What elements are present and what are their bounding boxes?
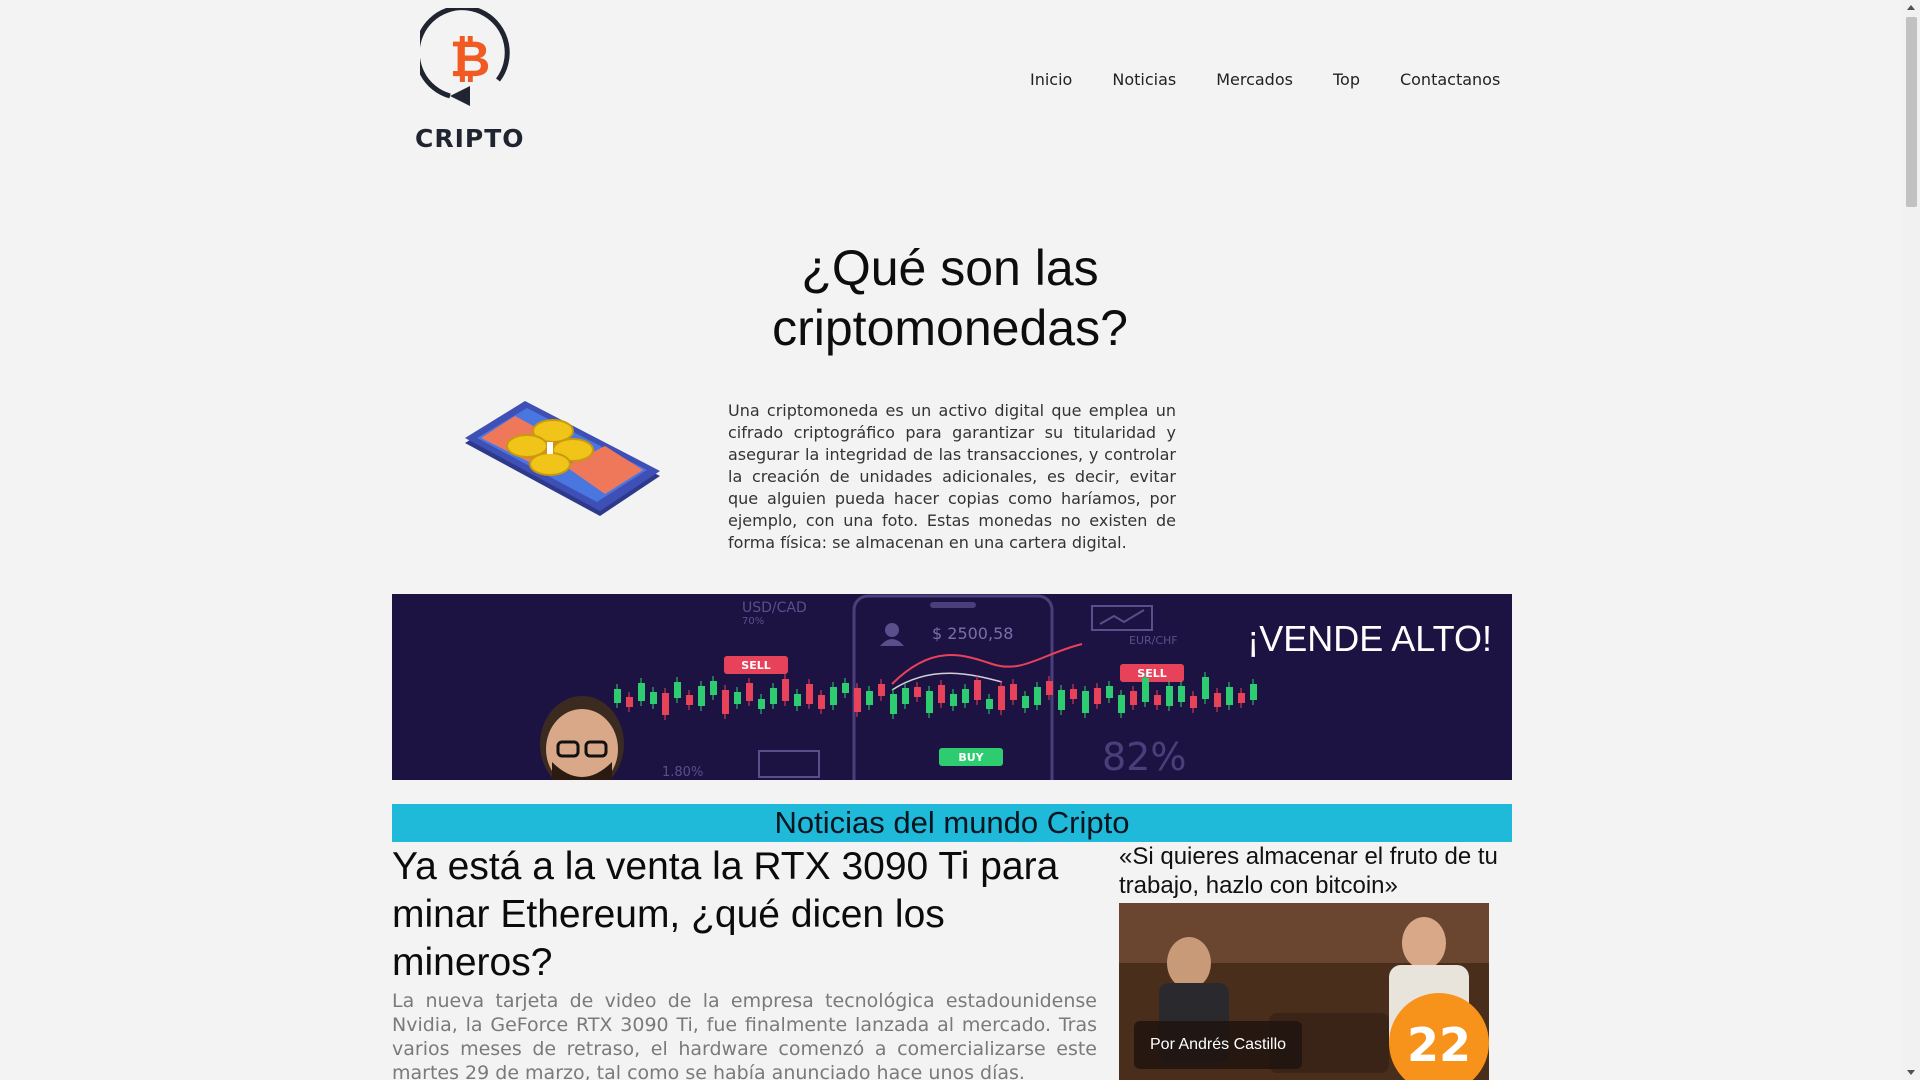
candle-body xyxy=(1070,689,1077,699)
candle-body xyxy=(710,681,717,695)
sell-tag-1: SELL xyxy=(741,659,770,672)
author-badge: Por Andrés Castillo xyxy=(1134,1021,1303,1069)
candle-body xyxy=(1154,695,1161,705)
main-article[interactable]: Ya está a la venta la RTX 3090 Ti para m… xyxy=(392,843,1097,1080)
intro-text: Una criptomoneda es un activo digital qu… xyxy=(728,401,1176,552)
news-section-title: Noticias del mundo Cripto xyxy=(392,804,1512,842)
candle-body xyxy=(914,687,921,697)
svg-text:₿: ₿ xyxy=(450,30,491,88)
candle-body xyxy=(878,684,885,696)
logo-text: CRIPTO xyxy=(415,124,525,153)
candle-body xyxy=(1190,696,1197,708)
candle-body xyxy=(614,689,621,703)
phone-coins-illustration xyxy=(465,401,660,516)
candle-body xyxy=(734,692,741,704)
candle-body xyxy=(1142,678,1149,702)
side-article[interactable]: «Si quieres almacenar el fruto de tu tra… xyxy=(1119,842,1499,1080)
candle-body xyxy=(1226,687,1233,705)
candle-body xyxy=(1022,696,1029,708)
main-article-body: La nueva tarjeta de video de la empresa … xyxy=(392,990,1097,1080)
candle-body xyxy=(1106,686,1113,698)
candle-body xyxy=(950,694,957,706)
candle-body xyxy=(902,688,909,704)
price-label: $ 2500,58 xyxy=(932,624,1013,643)
candle-body xyxy=(962,689,969,703)
nav-inicio[interactable]: Inicio xyxy=(1030,70,1072,89)
candle-body xyxy=(1178,686,1185,702)
nav-mercados[interactable]: Mercados xyxy=(1216,70,1293,89)
candle-body xyxy=(1166,686,1173,706)
candle-body xyxy=(866,691,873,705)
candle-body xyxy=(662,693,669,715)
candle-body xyxy=(926,691,933,713)
candle-body xyxy=(986,699,993,709)
intro-title: ¿Qué son las criptomonedas? xyxy=(772,240,1128,356)
candle-body xyxy=(1118,695,1125,713)
candle-body xyxy=(1202,677,1209,699)
scroll-down-icon[interactable] xyxy=(1907,1070,1915,1075)
candle-body xyxy=(938,685,945,703)
candle-body xyxy=(1058,690,1065,710)
candle-body xyxy=(806,684,813,704)
pair-pct-label: 70% xyxy=(742,616,764,627)
candle-body xyxy=(1082,691,1089,713)
candle-body xyxy=(638,683,645,701)
candle-body xyxy=(998,686,1005,710)
candle-body xyxy=(794,694,801,706)
nav-noticias[interactable]: Noticias xyxy=(1112,70,1176,89)
candle-body xyxy=(1010,684,1017,700)
candle-body xyxy=(1250,684,1257,700)
candle-body xyxy=(854,688,861,712)
percent-label: 82% xyxy=(1102,735,1186,779)
candle-body xyxy=(842,683,849,693)
side-badge-text: 22 xyxy=(1407,1018,1471,1072)
candle-body xyxy=(650,692,657,704)
main-article-title[interactable]: Ya está a la venta la RTX 3090 Ti para m… xyxy=(392,843,1097,987)
candle-body xyxy=(758,699,765,709)
candle-body xyxy=(1130,691,1137,705)
candle-body xyxy=(626,697,633,707)
banner-headline: ¡VENDE ALTO! xyxy=(1247,618,1492,659)
pair2-label: EUR/CHF xyxy=(1129,634,1178,647)
candle-body xyxy=(890,694,897,714)
candle-body xyxy=(1214,693,1221,707)
candle-body xyxy=(974,680,981,700)
side-article-title[interactable]: «Si quieres almacenar el fruto de tu tra… xyxy=(1119,842,1499,900)
scroll-up-icon[interactable] xyxy=(1907,5,1915,10)
page-scrollbar[interactable] xyxy=(1903,0,1920,1080)
candle-body xyxy=(698,686,705,706)
candle-body xyxy=(770,688,777,704)
candle-body xyxy=(830,687,837,705)
candle-body xyxy=(674,682,681,698)
candle-body xyxy=(1094,688,1101,704)
bitcoin-refresh-icon: ₿ xyxy=(420,8,510,106)
candle-body xyxy=(1046,681,1053,695)
main-nav: Inicio Noticias Mercados Top Contactanos xyxy=(1030,70,1500,89)
candle-body xyxy=(1034,687,1041,705)
sell-tag-2: SELL xyxy=(1137,667,1166,680)
candle-body xyxy=(746,683,753,701)
candle-body xyxy=(686,695,693,705)
nav-top[interactable]: Top xyxy=(1333,70,1360,89)
candle-body xyxy=(722,690,729,714)
buy-tag: BUY xyxy=(958,751,984,764)
candle-body xyxy=(818,695,825,709)
nav-contactanos[interactable]: Contactanos xyxy=(1400,70,1500,89)
promo-banner[interactable]: USD/CAD 70% EUR/CHF $ 2500,58 82% 1.80% … xyxy=(392,594,1512,780)
candle-body xyxy=(1238,693,1245,703)
site-logo[interactable]: ₿ CRIPTO xyxy=(415,8,525,153)
pair-label: USD/CAD xyxy=(742,600,807,616)
scroll-thumb[interactable] xyxy=(1906,17,1917,207)
side-article-image[interactable]: 22 Por Andrés Castillo xyxy=(1119,903,1489,1080)
candle-body xyxy=(782,679,789,701)
page: ₿ CRIPTO Inicio Noticias Mercados Top Co… xyxy=(0,0,1920,1080)
small-pct-label: 1.80% xyxy=(662,765,703,780)
